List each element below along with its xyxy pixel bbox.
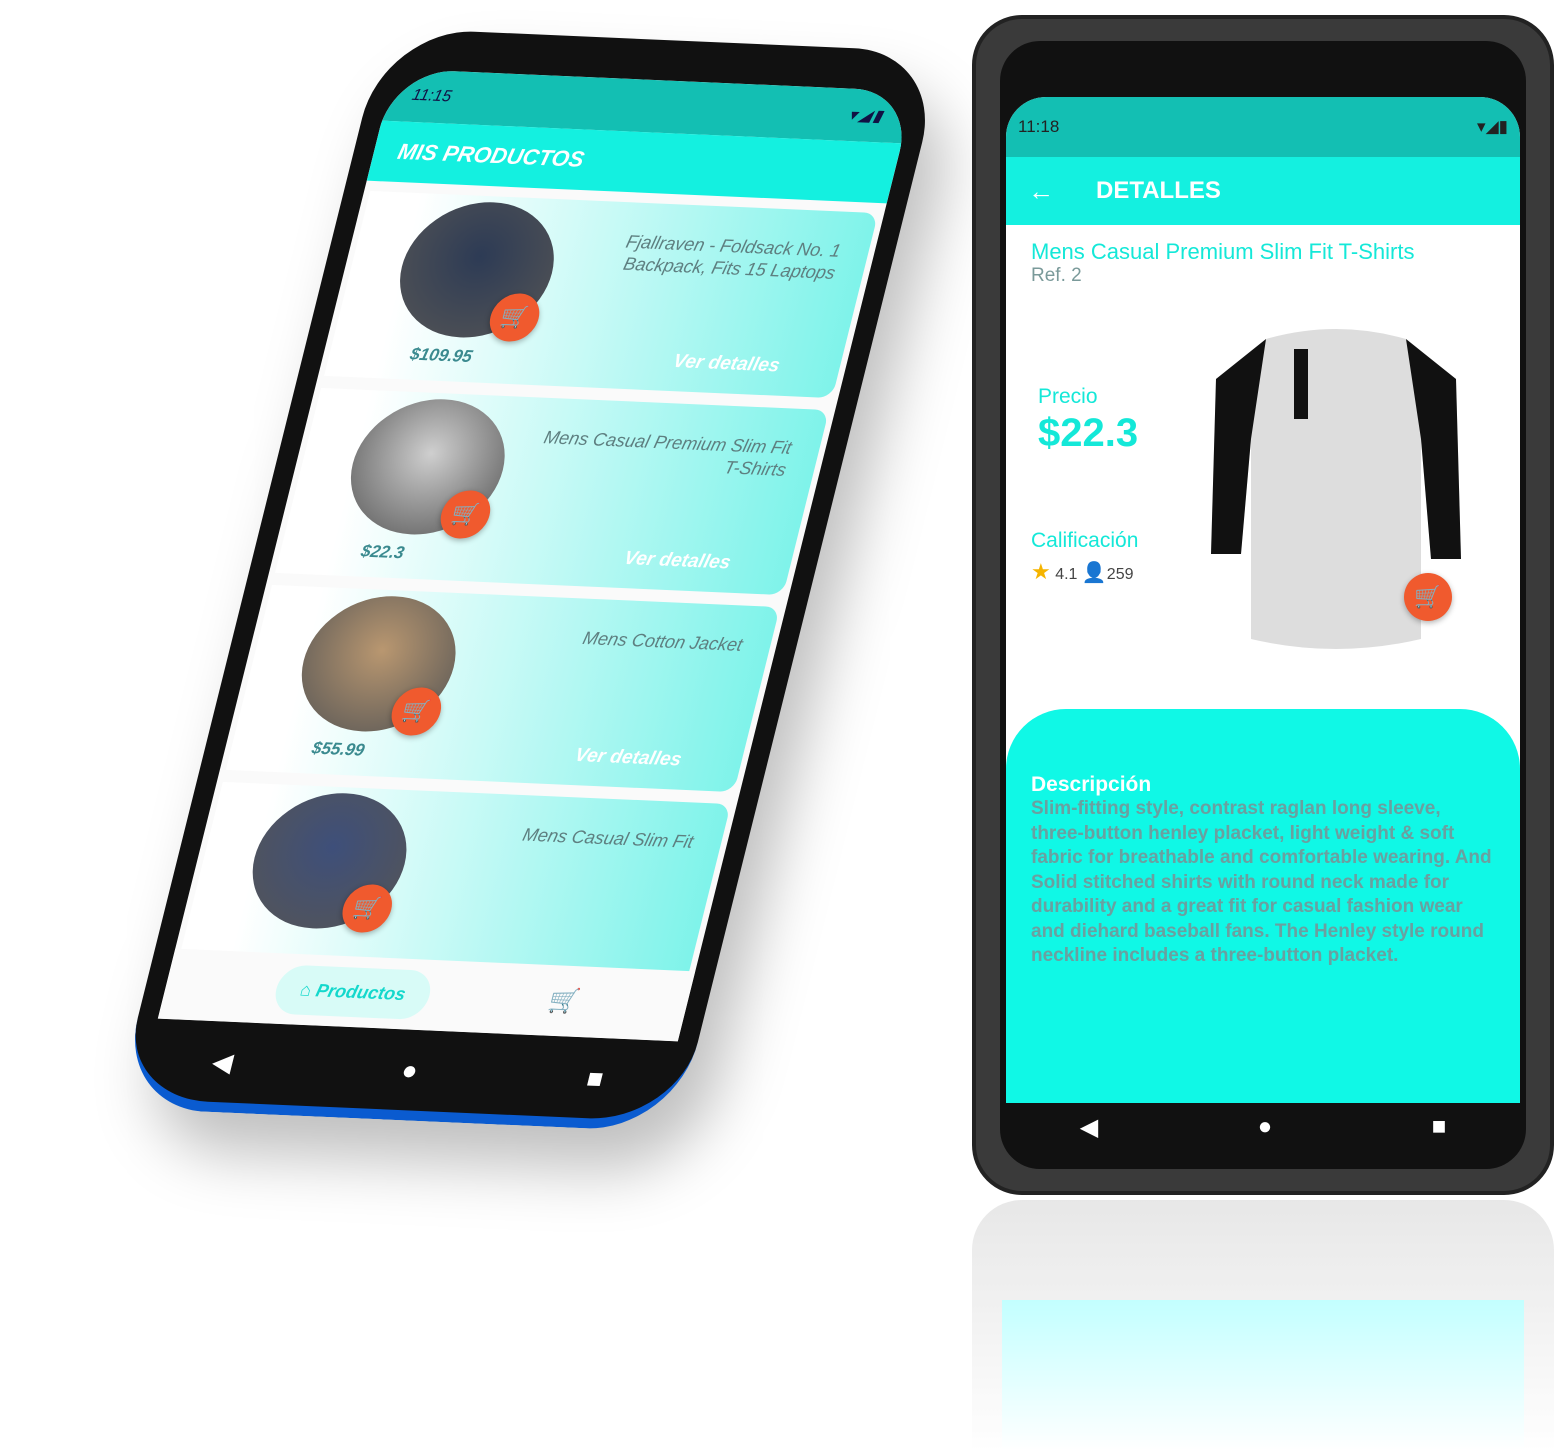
home-circle-icon[interactable]: ●	[398, 1054, 421, 1086]
recents-icon[interactable]: ■	[1432, 1113, 1447, 1141]
rating-value: 4.1	[1055, 566, 1078, 583]
description-text: Slim-fitting style, contrast raglan long…	[1031, 798, 1492, 966]
back-icon[interactable]: ◀	[1080, 1113, 1098, 1142]
view-details-link[interactable]: Ver detalles	[572, 745, 684, 772]
user-icon: 👤	[1081, 562, 1107, 584]
details-screen: 11:18 ▾◢▮ ← DETALLES Mens Casual Premium S…	[1006, 97, 1520, 1103]
rating-row: ★ 4.1 👤259	[1031, 559, 1134, 585]
signal-battery-icon: ▾◢▮	[846, 106, 887, 126]
description-label: Descripción	[1031, 773, 1152, 796]
product-price: $109.95	[408, 344, 475, 367]
nav-products-label: Productos	[314, 979, 409, 1004]
nav-cart-icon[interactable]: 🛒	[546, 986, 583, 1016]
product-name: Mens Cotton Jacket	[580, 627, 745, 655]
product-card[interactable]: 🛒 $109.95 Fjallraven - Foldsack No. 1 Ba…	[324, 190, 879, 399]
product-ref: Ref. 2	[1031, 265, 1082, 286]
product-price: $55.99	[309, 738, 367, 760]
product-image	[286, 593, 471, 735]
back-arrow-icon[interactable]: ←	[1006, 176, 1096, 207]
product-name: Fjallraven - Foldsack No. 1 Backpack, Fi…	[621, 231, 844, 283]
phone-reflection	[972, 1200, 1554, 1450]
product-list-screen: 11:15 ▾◢▮ MIS PRODUCTOS 🛒 $109.95 Fjallra…	[157, 68, 915, 1042]
phone-details: 11:18 ▾◢▮ ← DETALLES Mens Casual Premium S…	[972, 15, 1554, 1195]
status-time: 11:18	[1018, 117, 1060, 136]
rating-count: 259	[1106, 566, 1134, 583]
product-name: Mens Casual Premium Slim Fit T-Shirts	[541, 427, 794, 480]
product-image	[385, 199, 569, 341]
signal-battery-icon: ▾◢▮	[1477, 117, 1508, 136]
view-details-link[interactable]: Ver detalles	[671, 351, 782, 378]
price-value: $22.3	[1038, 411, 1139, 455]
page-title: DETALLES	[1096, 177, 1221, 204]
phone-product-list: 11:15 ▾◢▮ MIS PRODUCTOS 🛒 $109.95 Fjallra…	[115, 27, 945, 1133]
view-details-link[interactable]: Ver detalles	[622, 548, 733, 575]
star-icon: ★	[1031, 559, 1051, 584]
system-nav: ◀ ● ■	[1000, 1097, 1526, 1157]
product-image	[335, 396, 520, 538]
product-price: $22.3	[358, 541, 407, 563]
product-name: Mens Casual Premium Slim Fit T-Shirts	[1031, 239, 1415, 264]
nav-products[interactable]: ⌂ Productos	[270, 963, 436, 1020]
system-nav: ◀ ● ■	[120, 1028, 695, 1112]
product-card[interactable]: 🛒 $55.99 Mens Cotton Jacket Ver detalles	[225, 584, 781, 793]
rating-label: Calificación	[1031, 529, 1139, 552]
status-time: 11:15	[410, 86, 454, 106]
add-to-cart-button[interactable]: 🛒	[1404, 573, 1452, 621]
back-icon[interactable]: ◀	[209, 1046, 236, 1078]
description-panel: Descripción Slim-fitting style, contrast…	[1006, 709, 1520, 1103]
price-label: Precio	[1038, 385, 1098, 408]
product-name: Mens Casual Slim Fit	[520, 824, 696, 852]
home-circle-icon[interactable]: ●	[1258, 1113, 1273, 1141]
recents-icon[interactable]: ■	[583, 1062, 607, 1094]
status-bar: 11:18 ▾◢▮	[1006, 97, 1520, 157]
product-image	[237, 790, 422, 932]
product-card[interactable]: 🛒 $22.3 Mens Casual Premium Slim Fit T-S…	[275, 387, 830, 596]
